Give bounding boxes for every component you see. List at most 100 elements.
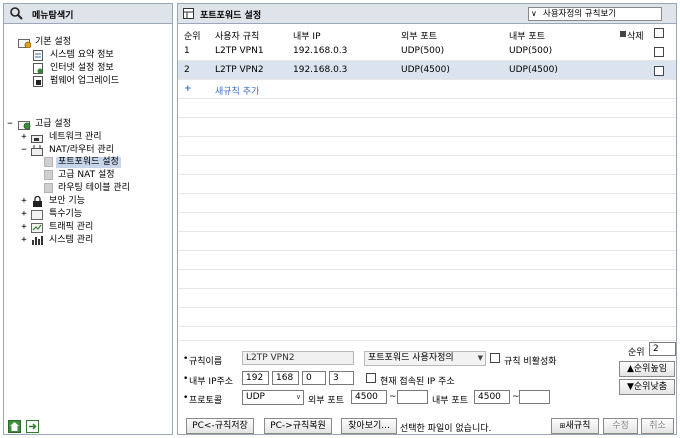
port-forward-panel: 포트포워드 설정 ∨ 사용자정의 규칙보기 순위 사용자 규칙 내부 IP 외부…: [177, 3, 677, 435]
tree-expand-icon[interactable]: +: [20, 209, 28, 219]
header-user-rule: 사용자 규칙: [215, 32, 260, 42]
rule-type-value: 포트포워드 사용자정의: [368, 353, 454, 363]
order-up-button[interactable]: ▲순위높임: [619, 361, 675, 377]
protocol-label: 프로토콜: [189, 396, 223, 406]
bullet: •: [183, 374, 189, 384]
rule-view-select[interactable]: ∨ 사용자정의 규칙보기: [528, 7, 662, 21]
tree-nat-router-management[interactable]: NAT/라우터 관리: [49, 145, 114, 156]
row-internal-port: UDP(500): [509, 46, 553, 56]
tree-routing-table-management[interactable]: 라우팅 테이블 관리: [58, 183, 130, 194]
home-icon[interactable]: [8, 420, 21, 433]
empty-row: [178, 251, 676, 270]
current-ip-checkbox[interactable]: [366, 373, 376, 383]
row-internal-ip: 192.168.0.3: [293, 65, 348, 75]
add-icon: +: [184, 84, 192, 94]
header-internal-ip: 내부 IP: [293, 32, 321, 42]
chevron-down-icon: ▼: [477, 354, 483, 362]
settings-folder-icon: [18, 39, 31, 48]
router-icon: [31, 145, 43, 156]
tree-expand-icon[interactable]: +: [20, 132, 28, 142]
network-icon: [31, 135, 43, 143]
row-internal-port: UDP(4500): [509, 65, 558, 75]
tree-expand-icon[interactable]: +: [20, 222, 28, 232]
disable-rule-label: 규칙 비활성화: [504, 357, 557, 367]
tree-system-summary[interactable]: 시스템 요약 정보: [50, 50, 114, 61]
external-port-end-input[interactable]: [397, 390, 428, 404]
firmware-upgrade-icon: [33, 76, 43, 87]
browse-file-button[interactable]: 찾아보기...: [341, 418, 397, 434]
ip-octet-3-input[interactable]: 0: [302, 371, 326, 385]
empty-row: [178, 232, 676, 251]
cancel-button[interactable]: 취소: [641, 418, 674, 434]
tree-traffic-management[interactable]: 트래픽 관리: [49, 222, 93, 233]
arrow-up-icon: ▲: [626, 364, 634, 374]
rule-type-select[interactable]: 포트포워드 사용자정의 ▼: [364, 351, 486, 366]
bullet: •: [183, 393, 189, 403]
tree-internet-settings[interactable]: 인터넷 설정 정보: [50, 63, 114, 74]
modify-button[interactable]: 수정: [603, 418, 638, 434]
tree-firmware-upgrade[interactable]: 펌웨어 업그레이드: [50, 76, 119, 87]
row-internal-ip: 192.168.0.3: [293, 46, 348, 56]
tree-network-management[interactable]: 네트워크 관리: [49, 132, 102, 143]
order-down-label: 순위낮춤: [633, 382, 668, 392]
tree-advanced-settings[interactable]: 고급 설정: [35, 119, 71, 130]
empty-row: [178, 194, 676, 213]
system-summary-icon: [33, 50, 43, 61]
menu-explorer-panel: 메뉴탐색기 기본 설정 시스템 요약 정보 인터넷 설정 정보 펌웨어 업그레이…: [3, 3, 173, 435]
ip-octet-4-input[interactable]: 3: [329, 371, 354, 385]
internal-port-end-input[interactable]: [519, 390, 550, 404]
tree-security-features[interactable]: 보안 기능: [49, 196, 85, 207]
save-rules-to-pc-button[interactable]: PC<-규칙저장: [186, 418, 254, 434]
menu-explorer-title: 메뉴탐색기: [32, 11, 74, 21]
logout-icon[interactable]: [26, 420, 39, 433]
rule-name-input[interactable]: L2TP VPN2: [242, 351, 354, 365]
row-order: 2: [184, 65, 190, 75]
order-up-label: 순위높임: [633, 364, 668, 374]
header-external-port: 외부 포트: [401, 32, 437, 42]
search-icon: [10, 7, 23, 20]
bullet: •: [183, 354, 189, 364]
tree-advanced-nat-settings[interactable]: 고급 NAT 설정: [58, 170, 115, 181]
new-rule-button[interactable]: ⊞새규칙: [551, 418, 599, 434]
empty-row: [178, 327, 676, 341]
lock-icon: [33, 196, 42, 207]
external-port-label: 외부 포트: [308, 396, 344, 406]
order-input[interactable]: 2: [649, 342, 676, 356]
add-rule-row[interactable]: + 새규칙 추가: [178, 80, 676, 99]
row-delete-checkbox[interactable]: [654, 47, 664, 57]
port-forward-header: 포트포워드 설정 ∨ 사용자정의 규칙보기: [178, 4, 676, 24]
internet-settings-icon: [33, 63, 43, 74]
header-order: 순위: [184, 32, 201, 42]
empty-row: [178, 156, 676, 175]
ip-octet-1-input[interactable]: 192: [242, 371, 269, 385]
order-down-button[interactable]: ▼순위낮춤: [619, 379, 675, 395]
protocol-value: UDP: [246, 392, 265, 402]
tree-special-features[interactable]: 특수기능: [49, 209, 82, 220]
protocol-select[interactable]: UDP ∨: [242, 390, 304, 405]
table-row[interactable]: 1 L2TP VPN1 192.168.0.3 UDP(500) UDP(500…: [178, 42, 676, 61]
disable-rule-checkbox[interactable]: [490, 353, 500, 363]
table-row[interactable]: 2 L2TP VPN2 192.168.0.3 UDP(4500) UDP(45…: [178, 61, 676, 80]
file-status-text: 선택한 파일이 없습니다.: [400, 424, 492, 434]
tree-port-forward-settings[interactable]: 포트포워드 설정: [56, 157, 121, 168]
tree-collapse-icon[interactable]: −: [6, 119, 14, 129]
internal-port-start-input[interactable]: 4500: [474, 390, 510, 404]
external-port-start-input[interactable]: 4500: [351, 390, 387, 404]
row-order: 1: [184, 46, 190, 56]
row-delete-checkbox[interactable]: [654, 66, 664, 76]
add-rule-link[interactable]: 새규칙 추가: [215, 84, 259, 97]
delete-all-checkbox[interactable]: [654, 28, 664, 38]
grid-icon: [183, 8, 194, 19]
tree-expand-icon[interactable]: +: [20, 196, 28, 206]
row-rule-name: L2TP VPN2: [215, 65, 264, 75]
row-external-port: UDP(500): [401, 46, 445, 56]
tree-system-management[interactable]: 시스템 관리: [49, 235, 93, 246]
empty-row: [178, 270, 676, 289]
restore-rules-from-pc-button[interactable]: PC->규칙복원: [264, 418, 332, 434]
page-icon: [44, 170, 53, 180]
tree-basic-settings[interactable]: 기본 설정: [35, 37, 71, 48]
advanced-settings-icon: [18, 121, 31, 130]
tree-collapse-icon[interactable]: −: [20, 145, 28, 155]
tree-expand-icon[interactable]: +: [20, 235, 28, 245]
ip-octet-2-input[interactable]: 168: [272, 371, 299, 385]
